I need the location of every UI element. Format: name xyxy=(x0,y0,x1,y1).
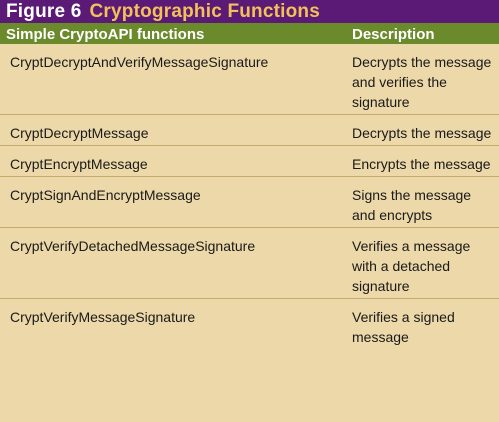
function-name: CryptSignAndEncryptMessage xyxy=(0,176,344,228)
function-description: Verifies a signed message xyxy=(352,309,455,345)
figure-label: Figure 6 xyxy=(6,0,82,22)
figure-title: Cryptographic Functions xyxy=(89,0,321,22)
function-name: CryptDecryptMessage xyxy=(0,114,344,146)
table-row: CryptVerifyMessageSignature Verifies a s… xyxy=(0,299,499,350)
function-name: CryptEncryptMessage xyxy=(0,145,344,177)
table-row: CryptVerifyDetachedMessageSignature Veri… xyxy=(0,227,499,299)
function-description: Decrypts the message xyxy=(344,114,499,146)
figure-title-bar: Figure 6 Cryptographic Functions xyxy=(0,0,499,23)
header-row: Simple CryptoAPI functions Description xyxy=(0,23,499,44)
table-body: CryptDecryptAndVerifyMessageSignature De… xyxy=(0,44,499,349)
function-description: Decrypts the message and verifies the si… xyxy=(344,44,499,115)
table-row: CryptSignAndEncryptMessage Signs the mes… xyxy=(0,176,499,228)
header-function: Simple CryptoAPI functions xyxy=(0,23,344,44)
table-row: CryptDecryptAndVerifyMessageSignature De… xyxy=(0,44,499,115)
function-description: Signs the message and encrypts xyxy=(344,176,499,228)
functions-table: Simple CryptoAPI functions Description C… xyxy=(0,23,499,349)
table-row: CryptDecryptMessage Decrypts the message xyxy=(0,114,499,146)
function-name: CryptVerifyMessageSignature xyxy=(10,309,196,325)
function-name: CryptVerifyDetachedMessageSignature xyxy=(0,227,344,299)
table-row: CryptEncryptMessage Encrypts the message xyxy=(0,145,499,177)
function-name: CryptDecryptAndVerifyMessageSignature xyxy=(0,44,344,115)
header-description: Description xyxy=(344,23,499,44)
table-header: Simple CryptoAPI functions Description xyxy=(0,23,499,44)
figure: Figure 6 Cryptographic Functions Simple … xyxy=(0,0,499,422)
function-description: Encrypts the message xyxy=(344,145,499,177)
function-description: Verifies a message with a detached signa… xyxy=(344,227,499,299)
